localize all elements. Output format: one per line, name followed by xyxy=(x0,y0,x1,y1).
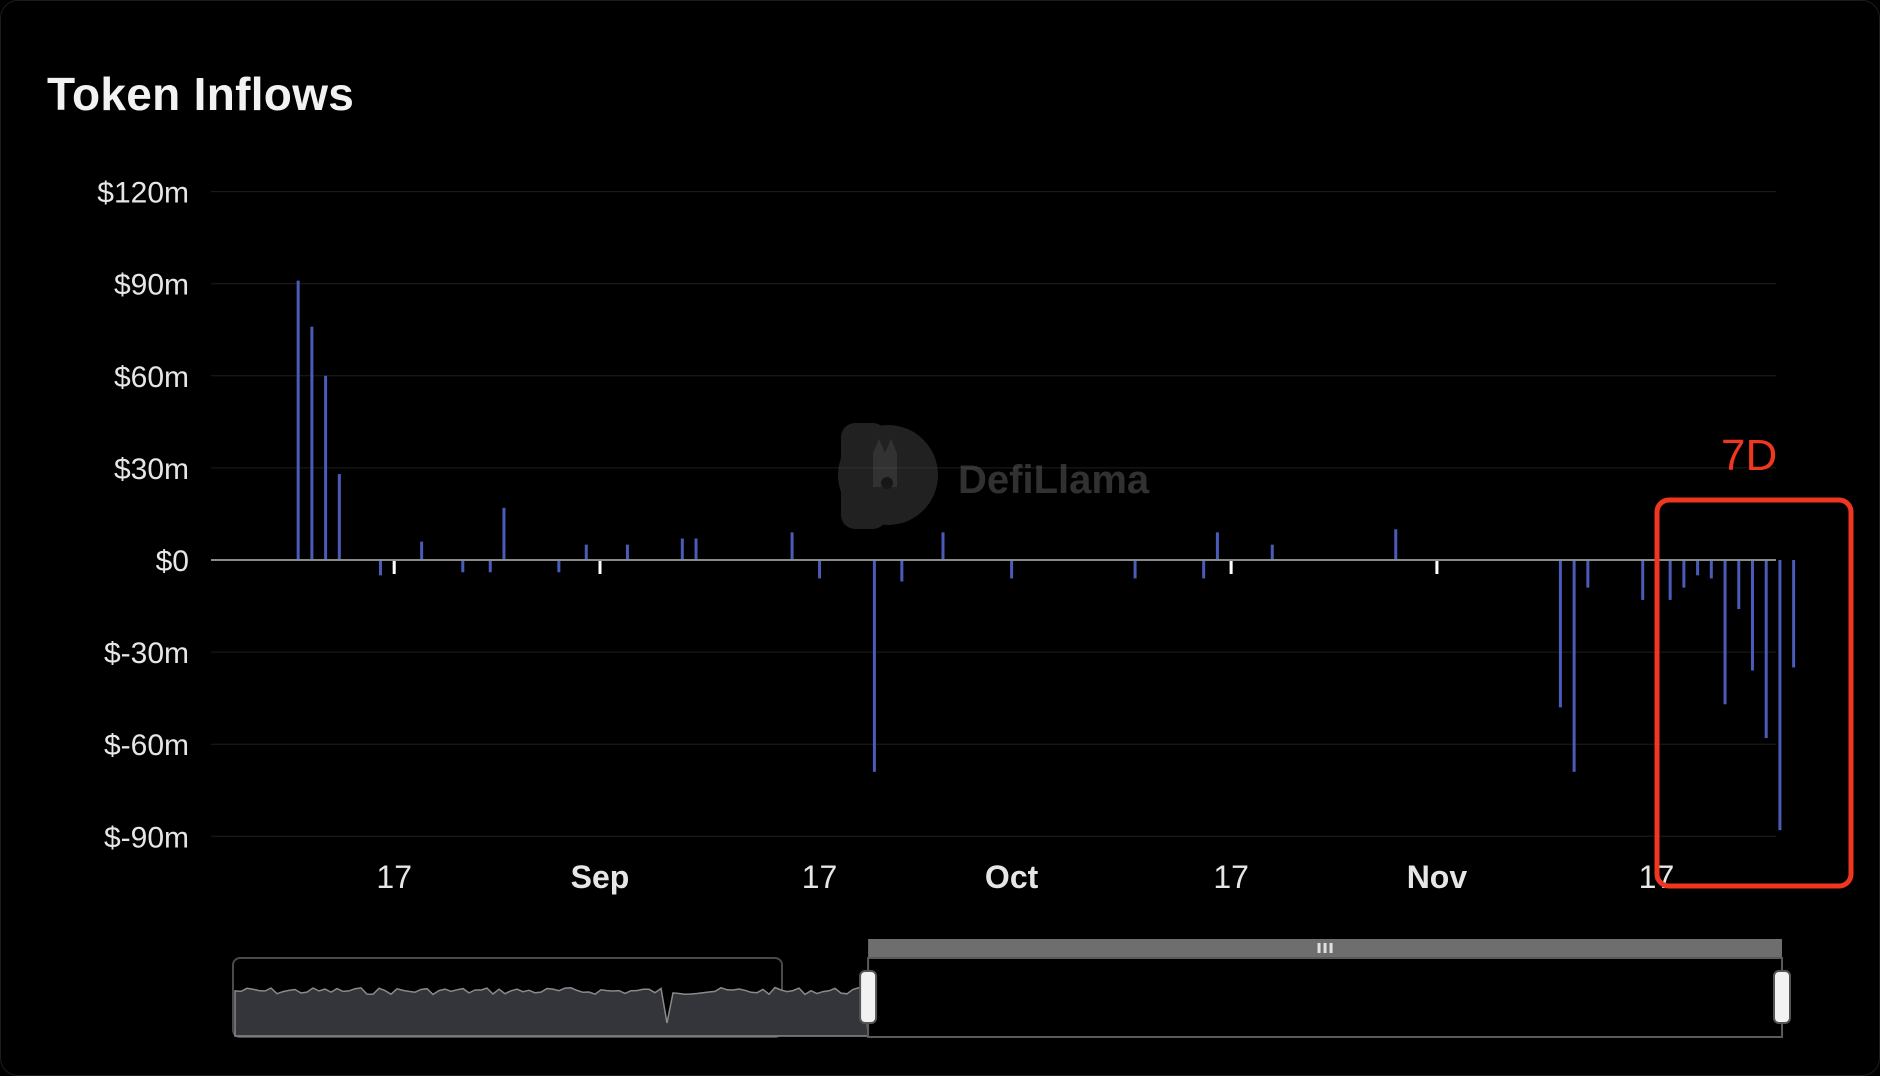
bar xyxy=(1792,560,1796,668)
y-tick-label: $-60m xyxy=(104,729,189,762)
bar xyxy=(310,326,314,560)
zoom-slider[interactable] xyxy=(232,939,1791,1038)
tick-mark xyxy=(392,560,396,574)
bar xyxy=(818,560,822,579)
grip-line xyxy=(1329,943,1333,953)
bar xyxy=(1709,560,1713,579)
y-tick-label: $90m xyxy=(114,269,189,302)
slider-right-handle[interactable] xyxy=(1773,970,1791,1024)
y-tick-label: $-30m xyxy=(104,637,189,670)
x-tick-label: 17 xyxy=(802,859,838,895)
grip-line xyxy=(1323,943,1327,953)
bar xyxy=(625,544,629,560)
bar xyxy=(694,538,698,560)
bar xyxy=(1682,560,1686,588)
bar xyxy=(1586,560,1590,588)
bar xyxy=(488,560,492,573)
bar xyxy=(1215,532,1219,560)
y-tick-label: $120m xyxy=(97,177,189,210)
tick-mark xyxy=(598,560,602,574)
bar xyxy=(1778,560,1782,831)
bar xyxy=(1572,560,1576,772)
y-tick-label: $-90m xyxy=(104,821,189,854)
bar xyxy=(1202,560,1206,579)
bar xyxy=(502,507,506,560)
bar-markers xyxy=(392,560,1658,574)
x-tick-label: Sep xyxy=(571,859,630,895)
bar xyxy=(378,560,382,576)
slider-left-handle[interactable] xyxy=(859,970,878,1024)
x-tick-label: 17 xyxy=(376,859,412,895)
y-tick-label: $60m xyxy=(114,361,189,394)
x-tick-label: 17 xyxy=(1213,859,1249,895)
bar xyxy=(900,560,904,582)
y-axis: $120m $90m $60m $30m $0 $-30m $-60m $-90m xyxy=(97,177,189,855)
bar xyxy=(1737,560,1741,610)
grid-layer xyxy=(211,191,1776,837)
bar xyxy=(584,544,588,560)
bar xyxy=(1764,560,1768,739)
bar xyxy=(1394,529,1398,560)
bar xyxy=(557,560,561,573)
bar xyxy=(941,532,945,560)
bar xyxy=(1696,560,1700,576)
bar xyxy=(872,560,876,772)
tick-mark xyxy=(1229,560,1233,574)
annotation-box xyxy=(1654,497,1854,889)
llama-logo-icon xyxy=(838,423,938,529)
bar-series xyxy=(296,280,1796,831)
seven-day-annotation: 7D xyxy=(1654,431,1854,889)
tick-mark xyxy=(1435,560,1439,574)
bar xyxy=(1668,560,1672,600)
watermark-text: DefiLlama xyxy=(958,458,1150,502)
bar xyxy=(337,474,341,560)
bar xyxy=(1270,544,1274,560)
bar xyxy=(324,375,328,560)
annotation-label: 7D xyxy=(1721,431,1777,480)
y-tick-label: $0 xyxy=(156,545,189,578)
slider-selected-window[interactable] xyxy=(867,957,1783,1038)
bar xyxy=(1010,560,1014,579)
defillama-watermark: DefiLlama xyxy=(838,423,1150,529)
y-tick-label: $30m xyxy=(114,453,189,486)
slider-grip-icon[interactable] xyxy=(1317,943,1333,953)
bar xyxy=(1723,560,1727,705)
bar xyxy=(1641,560,1645,600)
bar xyxy=(1750,560,1754,671)
bar xyxy=(420,541,424,560)
bar xyxy=(1133,560,1137,579)
bar xyxy=(790,532,794,560)
slider-preview-area xyxy=(234,986,869,1037)
token-inflows-card: Token Inflows $120m $90m $60m $30m $0 $-30m $-… xyxy=(0,0,1880,1076)
bar xyxy=(461,560,465,573)
bar xyxy=(296,280,300,560)
bar xyxy=(680,538,684,560)
x-tick-label: Oct xyxy=(985,859,1039,895)
grip-line xyxy=(1317,943,1321,953)
x-tick-label: Nov xyxy=(1407,859,1468,895)
x-axis: 17 Sep 17 Oct 17 Nov 17 xyxy=(376,859,1674,895)
bar xyxy=(1558,560,1562,708)
token-inflows-chart: $120m $90m $60m $30m $0 $-30m $-60m $-90m DefiL… xyxy=(97,177,1854,1038)
